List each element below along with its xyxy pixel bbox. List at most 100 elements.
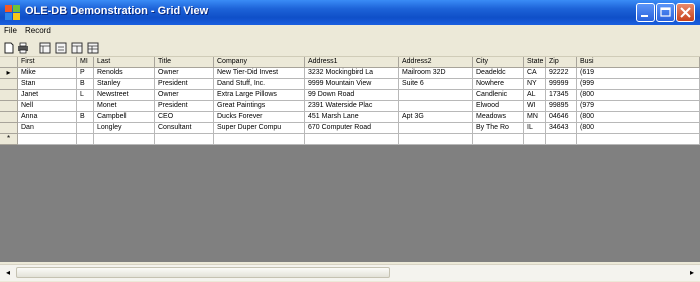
column-header-address1[interactable]: Address1 (305, 57, 399, 68)
cell-last[interactable]: Stanley (94, 79, 155, 90)
cell-new[interactable] (94, 134, 155, 145)
cell-company[interactable]: Super Duper Compu (214, 123, 305, 134)
cell-business[interactable]: (800 (577, 112, 700, 123)
print-icon[interactable] (17, 41, 29, 54)
cell-address1[interactable]: 3232 Mockingbird La (305, 68, 399, 79)
cell-address2[interactable] (399, 90, 473, 101)
cell-city[interactable]: Deadeldc (473, 68, 524, 79)
cell-address1[interactable]: 670 Computer Road (305, 123, 399, 134)
cell-city[interactable]: Elwood (473, 101, 524, 112)
cell-new[interactable] (305, 134, 399, 145)
cell-address2[interactable]: Apt 3G (399, 112, 473, 123)
cell-address1[interactable]: 451 Marsh Lane (305, 112, 399, 123)
cell-zip[interactable]: 34643 (546, 123, 577, 134)
list-view-icon[interactable] (71, 41, 83, 54)
cell-zip[interactable]: 17345 (546, 90, 577, 101)
cell-state[interactable]: AL (524, 90, 546, 101)
cell-city[interactable]: Meadows (473, 112, 524, 123)
cell-address1[interactable]: 99 Down Road (305, 90, 399, 101)
menu-file[interactable]: File (4, 26, 17, 35)
cell-new[interactable] (577, 134, 700, 145)
column-header-last[interactable]: Last (94, 57, 155, 68)
column-header-zip[interactable]: Zip (546, 57, 577, 68)
cell-last[interactable]: Campbell (94, 112, 155, 123)
cell-first[interactable]: Anna (18, 112, 77, 123)
scrollbar-thumb[interactable] (16, 267, 390, 278)
minimize-button[interactable] (636, 3, 655, 22)
menu-record[interactable]: Record (25, 26, 51, 35)
cell-new[interactable] (473, 134, 524, 145)
cell-state[interactable]: CA (524, 68, 546, 79)
scroll-left-arrow-icon[interactable]: ◂ (1, 267, 15, 279)
cell-title[interactable]: Owner (155, 68, 214, 79)
cell-mi[interactable]: P (77, 68, 94, 79)
cell-first[interactable]: Janet (18, 90, 77, 101)
row-header[interactable] (0, 79, 18, 90)
cell-new[interactable] (77, 134, 94, 145)
table-view-icon[interactable] (87, 41, 99, 54)
cell-new[interactable] (18, 134, 77, 145)
cell-company[interactable]: Great Paintings (214, 101, 305, 112)
column-header-title[interactable]: Title (155, 57, 214, 68)
cell-title[interactable]: President (155, 101, 214, 112)
cell-title[interactable]: Consultant (155, 123, 214, 134)
cell-new[interactable] (399, 134, 473, 145)
cell-first[interactable]: Mike (18, 68, 77, 79)
cell-mi[interactable]: B (77, 112, 94, 123)
row-header[interactable] (0, 90, 18, 101)
cell-business[interactable]: (619 (577, 68, 700, 79)
cell-company[interactable]: New Tier-Did Invest (214, 68, 305, 79)
cell-city[interactable]: Candlenic (473, 90, 524, 101)
cell-title[interactable]: CEO (155, 112, 214, 123)
row-header[interactable] (0, 101, 18, 112)
cell-zip[interactable]: 92222 (546, 68, 577, 79)
maximize-button[interactable] (656, 3, 675, 22)
row-header[interactable] (0, 112, 18, 123)
new-document-icon[interactable] (3, 41, 15, 54)
cell-last[interactable]: Longley (94, 123, 155, 134)
cell-new[interactable] (546, 134, 577, 145)
cell-zip[interactable]: 99999 (546, 79, 577, 90)
cell-business[interactable]: (979 (577, 101, 700, 112)
row-header-current[interactable]: ▸ (0, 68, 18, 79)
cell-new[interactable] (155, 134, 214, 145)
cell-zip[interactable]: 99895 (546, 101, 577, 112)
cell-mi[interactable]: L (77, 90, 94, 101)
form-view-icon[interactable] (55, 41, 67, 54)
cell-first[interactable]: Dan (18, 123, 77, 134)
cell-last[interactable]: Monet (94, 101, 155, 112)
row-header[interactable] (0, 123, 18, 134)
cell-zip[interactable]: 04646 (546, 112, 577, 123)
cell-mi[interactable]: B (77, 79, 94, 90)
cell-first[interactable]: Stan (18, 79, 77, 90)
cell-city[interactable]: By The Ro (473, 123, 524, 134)
column-header-company[interactable]: Company (214, 57, 305, 68)
column-header-city[interactable]: City (473, 57, 524, 68)
cell-company[interactable]: Ducks Forever (214, 112, 305, 123)
grid-view-icon[interactable] (39, 41, 51, 54)
scroll-right-arrow-icon[interactable]: ▸ (685, 267, 699, 279)
cell-state[interactable]: IL (524, 123, 546, 134)
title-bar[interactable]: OLE-DB Demonstration - Grid View (0, 0, 700, 25)
grid-corner[interactable] (0, 57, 18, 68)
row-header-new[interactable]: * (0, 134, 18, 145)
cell-address2[interactable] (399, 123, 473, 134)
cell-title[interactable]: Owner (155, 90, 214, 101)
cell-state[interactable]: WI (524, 101, 546, 112)
cell-business[interactable]: (800 (577, 123, 700, 134)
cell-company[interactable]: Dand Stuff, Inc. (214, 79, 305, 90)
cell-address2[interactable]: Suite 6 (399, 79, 473, 90)
column-header-business[interactable]: Busi (577, 57, 700, 68)
cell-state[interactable]: NY (524, 79, 546, 90)
cell-title[interactable]: President (155, 79, 214, 90)
horizontal-scrollbar[interactable]: ◂ ▸ (0, 264, 700, 281)
column-header-mi[interactable]: MI (77, 57, 94, 68)
cell-company[interactable]: Extra Large Pillows (214, 90, 305, 101)
cell-mi[interactable] (77, 123, 94, 134)
cell-business[interactable]: (800 (577, 90, 700, 101)
column-header-state[interactable]: State (524, 57, 546, 68)
cell-last[interactable]: Newstreet (94, 90, 155, 101)
close-button[interactable] (676, 3, 695, 22)
cell-address2[interactable] (399, 101, 473, 112)
cell-first[interactable]: Nell (18, 101, 77, 112)
